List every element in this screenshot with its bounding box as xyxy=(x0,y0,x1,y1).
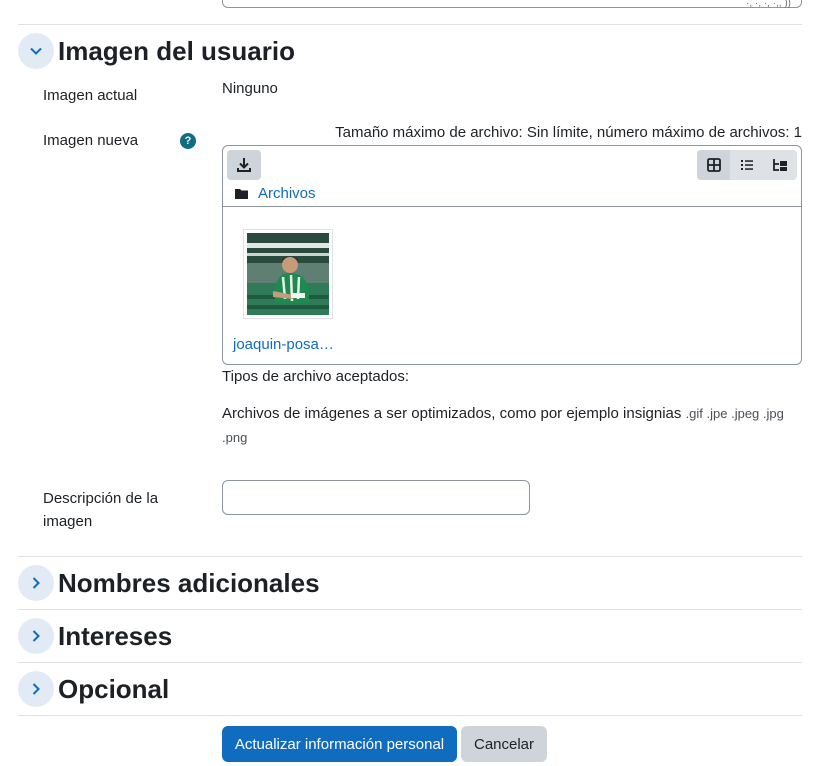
file-picker-toolbar: Archivos xyxy=(223,146,801,207)
image-description-label-line1: Descripción de la xyxy=(43,490,159,507)
update-profile-button[interactable]: Actualizar información personal xyxy=(222,726,457,762)
file-picker: Archivos joaquin-posa… xyxy=(222,145,802,365)
divider xyxy=(18,715,802,716)
previous-field-text: ·, ·, ·, ·,, )) xyxy=(746,0,791,9)
image-description-label-line2: imagen xyxy=(43,513,93,530)
accepted-types-label: Tipos de archivo aceptados: xyxy=(222,368,410,385)
list-icon xyxy=(740,160,753,170)
section-toggle-additional-names[interactable] xyxy=(18,565,54,601)
section-title-interests: Intereses xyxy=(58,621,173,651)
chevron-right-icon xyxy=(32,577,40,589)
cancel-button[interactable]: Cancelar xyxy=(461,726,547,762)
current-image-label: Imagen actual xyxy=(43,87,138,104)
download-button[interactable] xyxy=(227,150,261,180)
list-view-button[interactable] xyxy=(730,150,763,180)
section-title-optional: Opcional xyxy=(58,674,170,704)
divider xyxy=(18,609,802,610)
divider xyxy=(18,24,802,25)
current-image-value: Ninguno xyxy=(222,80,278,97)
max-file-info: Tamaño máximo de archivo: Sin límite, nú… xyxy=(335,124,802,141)
folder-icon xyxy=(235,189,248,199)
accepted-extensions-2: .png xyxy=(222,430,248,445)
icons-view-button[interactable] xyxy=(697,150,731,180)
new-image-label: Imagen nueva xyxy=(43,132,139,149)
download-icon xyxy=(237,158,251,172)
file-thumbnail[interactable] xyxy=(243,229,333,319)
chevron-down-icon xyxy=(30,47,42,55)
image-description-label: Descripción de la imagen xyxy=(43,487,158,533)
previous-field-remnant[interactable]: ·, ·, ·, ·,, )) xyxy=(222,0,802,9)
grid-icon xyxy=(706,158,721,172)
accepted-extensions-1: .gif .jpe .jpeg .jpg xyxy=(685,406,784,421)
chevron-right-icon xyxy=(32,683,40,695)
breadcrumb: Archivos xyxy=(235,185,316,202)
accepted-types-description: Archivos de imágenes a ser optimizados, … xyxy=(222,405,784,422)
folder-tree-icon xyxy=(773,159,788,171)
tree-view-button[interactable] xyxy=(764,150,797,180)
section-title-user-image: Imagen del usuario xyxy=(58,36,295,66)
section-toggle-interests[interactable] xyxy=(18,618,54,654)
divider xyxy=(18,662,802,663)
help-icon[interactable]: ? xyxy=(180,133,196,149)
section-toggle-user-image[interactable] xyxy=(18,33,54,69)
section-toggle-optional[interactable] xyxy=(18,671,54,707)
chevron-right-icon xyxy=(32,630,40,642)
user-photo-image xyxy=(247,233,329,315)
divider xyxy=(18,556,802,557)
breadcrumb-folder-link[interactable]: Archivos xyxy=(258,185,316,202)
view-switcher xyxy=(697,150,797,180)
section-title-additional-names: Nombres adicionales xyxy=(58,568,320,598)
accepted-types-text: Archivos de imágenes a ser optimizados, … xyxy=(222,405,682,422)
file-name-link[interactable]: joaquin-posa… xyxy=(233,336,334,353)
image-description-input[interactable] xyxy=(222,480,530,515)
